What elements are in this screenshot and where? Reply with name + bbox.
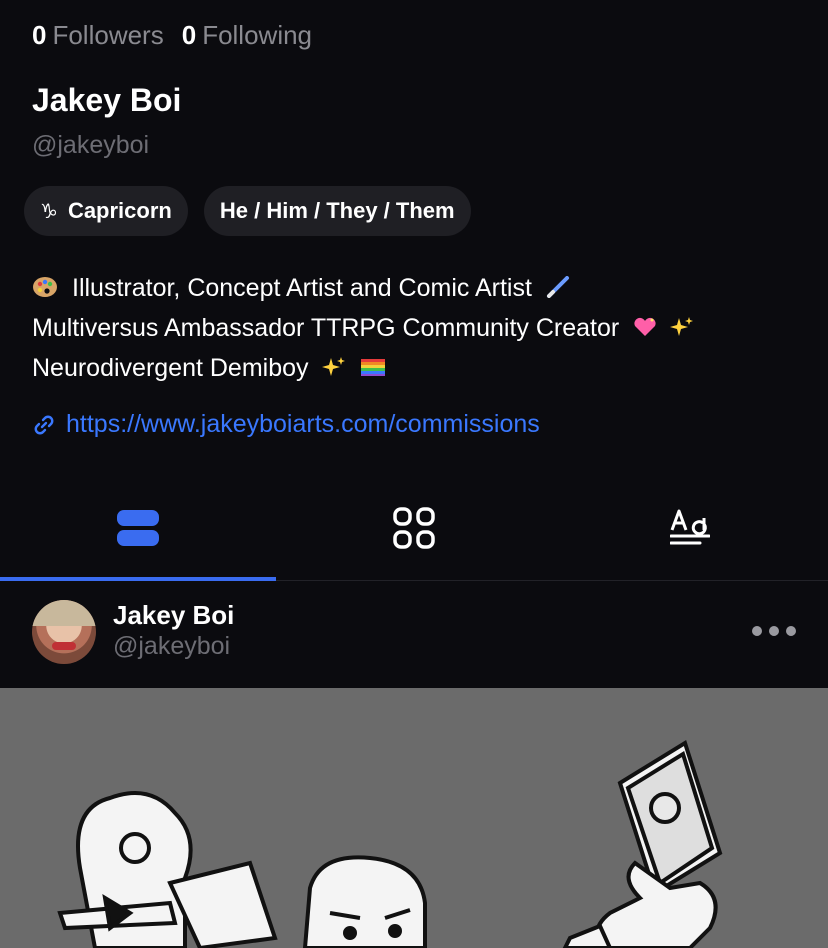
sparkles-icon: [322, 357, 346, 376]
tab-list-view[interactable]: [0, 478, 276, 578]
capricorn-icon: ♑: [40, 200, 58, 223]
palette-icon: [33, 277, 57, 297]
pronouns-label: He / Him / They / Them: [219, 198, 455, 223]
tab-text-view[interactable]: [552, 478, 828, 578]
followers-label: Followers: [52, 20, 164, 50]
followers-count: 0: [32, 20, 47, 50]
sparkles-icon: [670, 317, 694, 336]
following-link[interactable]: 0 Following: [182, 20, 312, 51]
bio-text-3: Neurodivergent Demiboy: [32, 354, 309, 382]
avatar-hair: [32, 600, 96, 626]
bio-line-1: Illustrator, Concept Artist and Comic Ar…: [32, 268, 812, 308]
post-image[interactable]: [0, 688, 828, 948]
post-author-name[interactable]: Jakey Boi: [113, 600, 234, 631]
profile-tabs: [0, 478, 828, 581]
sparkling-heart-icon: [634, 317, 656, 336]
active-tab-indicator: [0, 577, 276, 581]
profile-chips: ♑ Capricorn He / Him / They / Them: [24, 186, 471, 236]
tab-grid-view[interactable]: [276, 478, 552, 578]
post-author-handle: @jakeyboi: [113, 632, 231, 660]
post-header: Jakey Boi @jakeyboi: [0, 582, 828, 686]
paintbrush-icon: [546, 276, 569, 298]
following-label: Following: [202, 20, 313, 50]
following-count: 0: [181, 20, 197, 50]
more-options-icon[interactable]: [752, 626, 796, 636]
bio-text-2: Multiversus Ambassador TTRPG Community C…: [32, 314, 620, 342]
rainbow-flag-icon: [361, 359, 386, 376]
text-view-icon: [670, 509, 710, 545]
bio-line-3: Neurodivergent Demiboy: [32, 348, 812, 388]
comic-illustration: [57, 739, 723, 948]
zodiac-chip: ♑ Capricorn: [24, 186, 188, 236]
avatar-mouth: [52, 642, 76, 650]
profile-bio: Illustrator, Concept Artist and Comic Ar…: [32, 268, 812, 388]
profile-display-name: Jakey Boi: [32, 82, 182, 118]
grid-view-icon: [393, 507, 435, 549]
profile-link[interactable]: https://www.jakeyboiarts.com/commissions: [32, 410, 540, 439]
followers-link[interactable]: 0 Followers: [32, 20, 164, 51]
zodiac-label: Capricorn: [67, 198, 172, 223]
profile-handle: @jakeyboi: [32, 131, 150, 159]
follow-stats: 0 Followers 0 Following: [32, 20, 312, 51]
list-view-icon: [117, 510, 159, 546]
pronouns-chip: He / Him / They / Them: [203, 186, 471, 236]
bio-text-1: Illustrator, Concept Artist and Comic Ar…: [72, 274, 532, 302]
bio-line-2: Multiversus Ambassador TTRPG Community C…: [32, 308, 812, 348]
profile-link-text: https://www.jakeyboiarts.com/commissions: [66, 410, 540, 438]
link-icon: [34, 415, 54, 434]
avatar[interactable]: [32, 600, 96, 664]
